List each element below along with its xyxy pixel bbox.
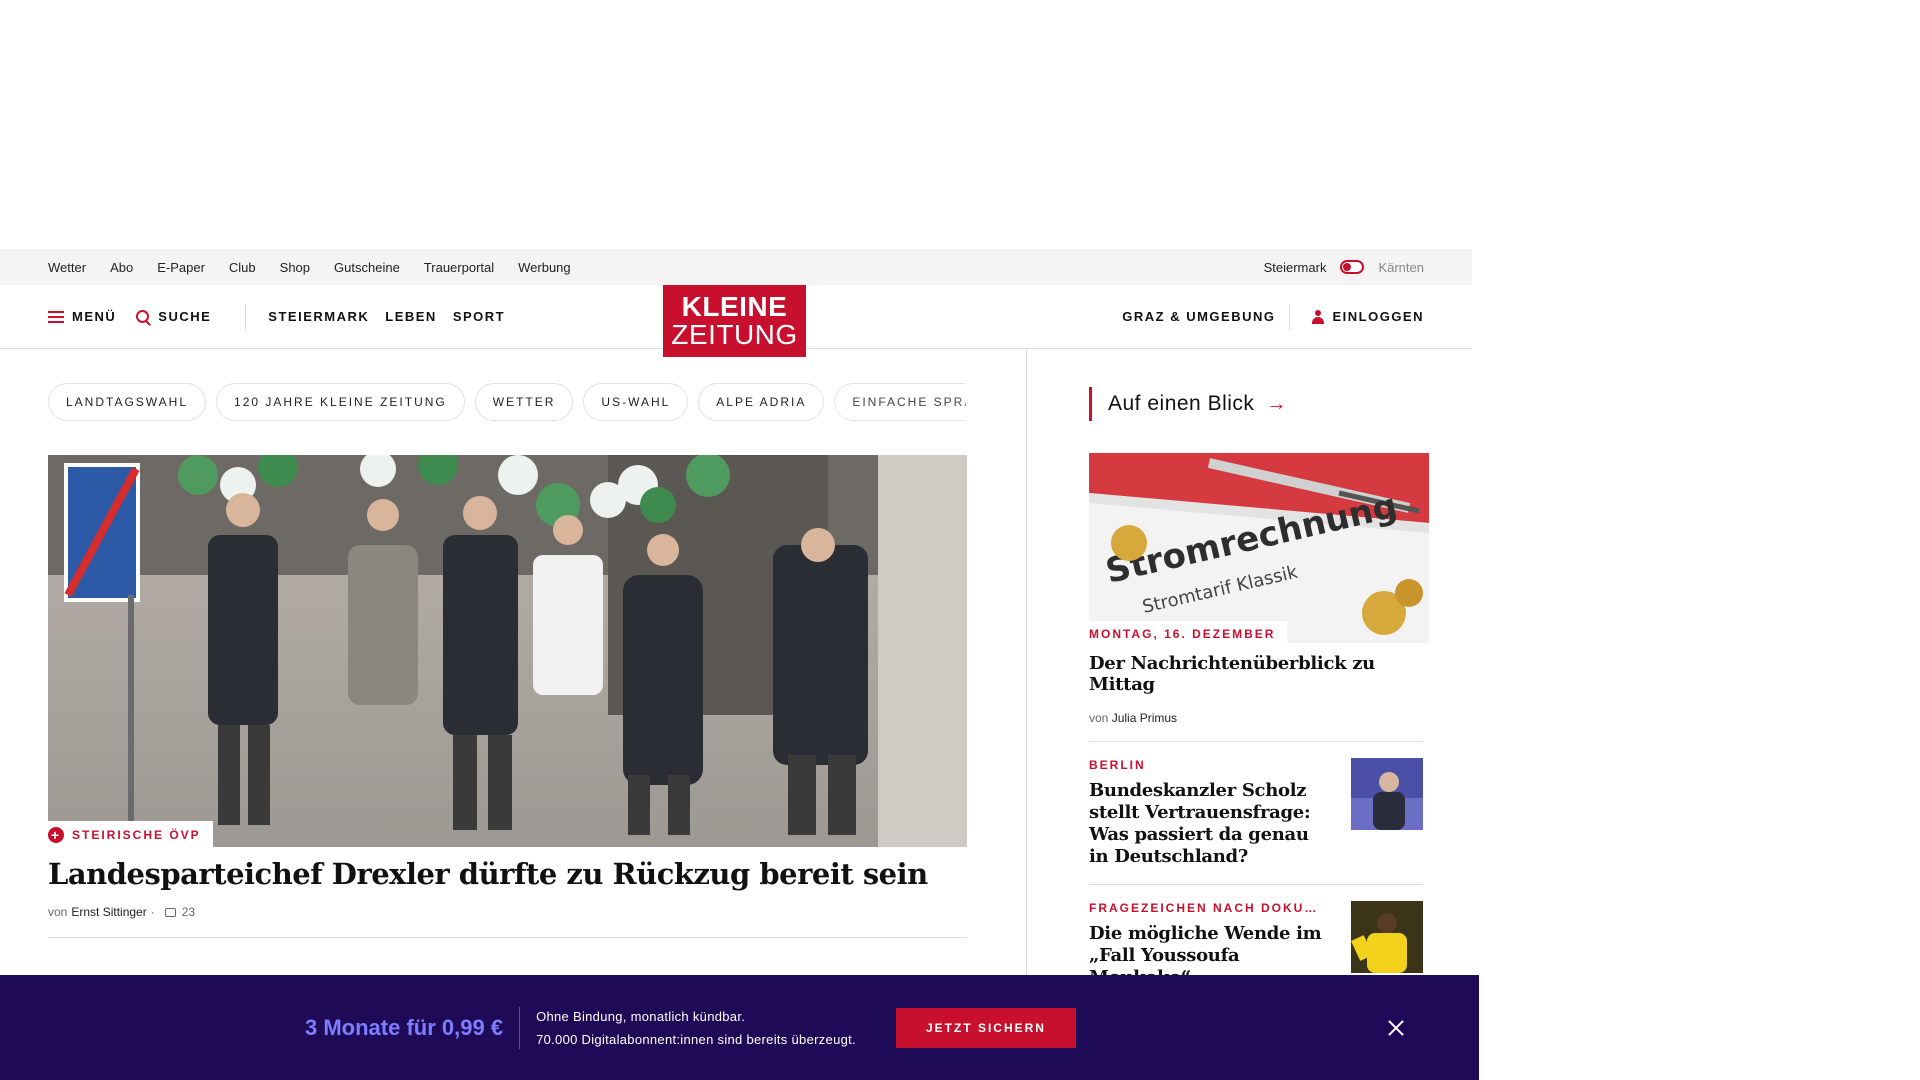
link-gutscheine[interactable]: Gutscheine xyxy=(334,260,400,275)
search-button[interactable]: SUCHE xyxy=(136,309,211,324)
link-wetter[interactable]: Wetter xyxy=(48,260,86,275)
content-area: LANDTAGSWAHL 120 JAHRE KLEINE ZEITUNG WE… xyxy=(0,349,1472,1079)
teaser-title[interactable]: Bundeskanzler Scholz stellt Vertrauensfr… xyxy=(1089,780,1329,868)
promo-divider xyxy=(519,1006,521,1049)
lead-kicker-label: STEIRISCHE ÖVP xyxy=(72,828,201,842)
divider xyxy=(48,937,967,938)
location-link[interactable]: GRAZ & UMGEBUNG xyxy=(1122,309,1275,324)
link-epaper[interactable]: E-Paper xyxy=(157,260,205,275)
sidebar-byline-prefix: von xyxy=(1089,711,1109,725)
nav-divider-right xyxy=(1289,303,1291,330)
jetzt-sichern-button[interactable]: JETZT SICHERN xyxy=(895,1007,1076,1048)
chip-120-jahre[interactable]: 120 JAHRE KLEINE ZEITUNG xyxy=(216,383,465,421)
search-label: SUCHE xyxy=(158,309,212,324)
nav-left: MENÜ SUCHE STEIERMARK LEBEN SPORT xyxy=(48,303,521,330)
sidebar-divider xyxy=(1089,741,1423,742)
lead-photo xyxy=(48,455,967,847)
link-abo[interactable]: Abo xyxy=(110,260,133,275)
promo-price: 3 Monate für 0,99 € xyxy=(305,1014,504,1040)
comment-icon xyxy=(164,907,176,917)
teaser-thumbnail[interactable] xyxy=(1351,758,1423,830)
chip-einfache-sprache[interactable]: EINFACHE SPRACHE xyxy=(834,383,966,421)
service-links: Wetter Abo E-Paper Club Shop Gutscheine … xyxy=(48,260,571,275)
site: Wetter Abo E-Paper Club Shop Gutscheine … xyxy=(0,249,1472,1080)
nav-divider xyxy=(245,303,247,330)
logo-line1: KLEINE xyxy=(681,291,788,322)
chip-us-wahl[interactable]: US-WAHL xyxy=(583,383,689,421)
topic-chips: LANDTAGSWAHL 120 JAHRE KLEINE ZEITUNG WE… xyxy=(48,383,966,421)
login-button[interactable]: EINLOGGEN xyxy=(1312,309,1424,324)
plus-icon: + xyxy=(48,827,64,843)
teaser-kicker: FRAGEZEICHEN NACH DOKU… xyxy=(1089,901,1319,915)
menu-button[interactable]: MENÜ xyxy=(48,309,116,324)
sidebar-top-byline: von Julia Primus xyxy=(1089,711,1423,725)
nav-right: GRAZ & UMGEBUNG EINLOGGEN xyxy=(1122,303,1424,330)
lead-image[interactable]: + STEIRISCHE ÖVP xyxy=(48,455,967,847)
user-icon xyxy=(1312,309,1325,324)
region-switch: Steiermark Kärnten xyxy=(1264,260,1424,275)
main-nav: MENÜ SUCHE STEIERMARK LEBEN SPORT KLEINE… xyxy=(0,285,1472,357)
sidebar-top-image[interactable]: Stromrechnung Stromtarif Klassik MONTAG,… xyxy=(1089,453,1429,643)
sidebar-title-label: Auf einen Blick xyxy=(1108,392,1255,415)
stromrechnung-photo: Stromrechnung Stromtarif Klassik xyxy=(1089,453,1429,643)
link-werbung[interactable]: Werbung xyxy=(518,260,571,275)
sidebar-date: MONTAG, 16. DEZEMBER xyxy=(1089,621,1288,643)
promo-line1: Ohne Bindung, monatlich kündbar. xyxy=(536,1008,746,1024)
sidebar-top-headline[interactable]: Der Nachrichtenüberblick zu Mittag xyxy=(1089,653,1423,695)
nav-leben[interactable]: LEBEN xyxy=(385,309,437,324)
sidebar-divider xyxy=(1089,884,1423,885)
region-toggle[interactable] xyxy=(1340,260,1365,274)
byline-dot: · xyxy=(150,905,155,919)
sidebar-author[interactable]: Julia Primus xyxy=(1112,711,1177,725)
scholz-photo xyxy=(1351,758,1423,830)
search-icon xyxy=(136,309,150,324)
link-trauerportal[interactable]: Trauerportal xyxy=(424,260,494,275)
lead-author[interactable]: Ernst Sittinger xyxy=(71,905,146,919)
byline-prefix: von xyxy=(48,905,68,919)
chip-wetter[interactable]: WETTER xyxy=(474,383,574,421)
teaser-text: BERLIN Bundeskanzler Scholz stellt Vertr… xyxy=(1089,758,1329,868)
subscription-banner: 3 Monate für 0,99 € Ohne Bindung, monatl… xyxy=(0,975,1479,1080)
lead-byline: von Ernst Sittinger · 23 xyxy=(48,905,966,919)
close-icon[interactable] xyxy=(1388,1020,1404,1036)
sidebar-title[interactable]: Auf einen Blick → xyxy=(1089,387,1423,421)
promo-line2: 70.000 Digitalabonnent:innen sind bereit… xyxy=(536,1031,856,1047)
sidebar: Auf einen Blick → Stromrechnung Stromtar… xyxy=(1027,349,1471,1079)
logo-line2: ZEITUNG xyxy=(671,319,798,350)
lead-kicker[interactable]: + STEIRISCHE ÖVP xyxy=(48,821,213,847)
login-label: EINLOGGEN xyxy=(1332,309,1424,324)
link-shop[interactable]: Shop xyxy=(280,260,310,275)
hamburger-icon xyxy=(48,310,64,323)
link-club[interactable]: Club xyxy=(229,260,256,275)
promo-description: Ohne Bindung, monatlich kündbar. 70.000 … xyxy=(536,1005,856,1051)
lead-headline[interactable]: Landesparteichef Drexler dürfte zu Rückz… xyxy=(48,857,966,891)
teaser-item[interactable]: BERLIN Bundeskanzler Scholz stellt Vertr… xyxy=(1089,758,1423,868)
kleine-zeitung-logo[interactable]: KLEINE ZEITUNG xyxy=(663,285,806,357)
nav-steiermark[interactable]: STEIERMARK xyxy=(268,309,369,324)
teaser-thumbnail[interactable] xyxy=(1351,901,1423,973)
page: Wetter Abo E-Paper Club Shop Gutscheine … xyxy=(0,0,1920,1080)
region-steiermark[interactable]: Steiermark xyxy=(1264,260,1327,275)
chip-landtagswahl[interactable]: LANDTAGSWAHL xyxy=(48,383,207,421)
ad-space xyxy=(0,0,1920,249)
moukoko-photo xyxy=(1351,901,1423,973)
region-kaernten[interactable]: Kärnten xyxy=(1378,260,1424,275)
nav-sport[interactable]: SPORT xyxy=(453,309,505,324)
comment-count[interactable]: 23 xyxy=(182,905,195,919)
top-bar: Wetter Abo E-Paper Club Shop Gutscheine … xyxy=(0,249,1472,285)
arrow-right-icon: → xyxy=(1266,392,1287,415)
main-column: LANDTAGSWAHL 120 JAHRE KLEINE ZEITUNG WE… xyxy=(0,349,1027,1079)
menu-label: MENÜ xyxy=(72,309,117,324)
chip-alpe-adria[interactable]: ALPE ADRIA xyxy=(698,383,825,421)
teaser-kicker: BERLIN xyxy=(1089,758,1146,772)
